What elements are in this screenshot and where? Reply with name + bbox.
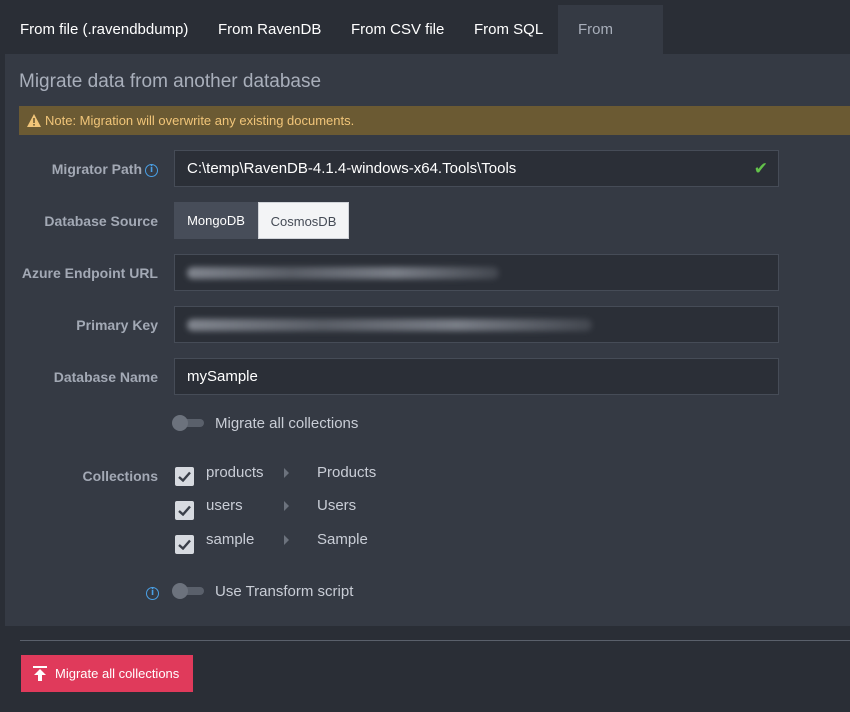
info-icon[interactable]: i: [145, 163, 158, 177]
collection-checkbox-sample[interactable]: [175, 535, 194, 554]
mongodb-button[interactable]: MongoDB: [174, 202, 258, 239]
migrator-path-input[interactable]: C:\temp\RavenDB-4.1.4-windows-x64.Tools\…: [174, 150, 779, 187]
transform-script-toggle[interactable]: [172, 583, 204, 599]
azure-endpoint-label: Azure Endpoint URL: [21, 265, 158, 281]
warning-icon: [27, 114, 41, 127]
azure-endpoint-input[interactable]: [174, 254, 779, 291]
tab-from-other[interactable]: From other: [558, 5, 663, 87]
collection-target: Products: [317, 464, 377, 481]
collection-target: Sample: [317, 531, 368, 548]
database-name-input[interactable]: mySample: [174, 358, 779, 395]
database-name-label: Database Name: [53, 369, 158, 385]
chevron-right-icon: [284, 501, 289, 511]
tab-from-csv[interactable]: From CSV file: [331, 5, 464, 54]
tab-from-sql[interactable]: From SQL: [454, 5, 563, 54]
info-icon[interactable]: i: [146, 587, 159, 600]
collections-label: Collections: [82, 468, 158, 484]
collection-name: sample: [206, 531, 255, 548]
collection-name: products: [206, 464, 264, 481]
redacted-value: [187, 319, 592, 331]
upload-icon: [33, 666, 47, 681]
redacted-value: [187, 267, 499, 279]
migrate-all-label: Migrate all collections: [215, 415, 359, 432]
collection-target: Users: [317, 497, 357, 514]
page-title: Migrate data from another database: [19, 71, 322, 92]
database-source-label: Database Source: [44, 213, 158, 229]
check-icon: [178, 471, 191, 482]
tab-from-file[interactable]: From file (.ravendbdump): [0, 5, 208, 54]
migrate-button[interactable]: Migrate all collections: [21, 655, 193, 692]
divider: [20, 640, 850, 641]
tab-bar: From file (.ravendbdump) From RavenDB Fr…: [0, 0, 850, 87]
collection-name: users: [206, 497, 243, 514]
tab-from-ravendb[interactable]: From RavenDB: [198, 5, 341, 54]
migrator-path-label: Migrator Path i: [52, 161, 158, 177]
primary-key-label: Primary Key: [76, 317, 158, 333]
alert-text: Note: Migration will overwrite any exist…: [45, 113, 355, 128]
check-icon: [178, 539, 191, 550]
collection-checkbox-products[interactable]: [175, 467, 194, 486]
migrate-all-toggle[interactable]: [172, 415, 204, 431]
transform-script-label: Use Transform script: [215, 583, 354, 600]
chevron-right-icon: [284, 535, 289, 545]
check-icon: [178, 505, 191, 516]
check-icon: ✔: [753, 159, 768, 178]
collection-checkbox-users[interactable]: [175, 501, 194, 520]
warning-alert: Note: Migration will overwrite any exist…: [19, 106, 850, 135]
primary-key-input[interactable]: [174, 306, 779, 343]
chevron-right-icon: [284, 468, 289, 478]
cosmosdb-button[interactable]: CosmosDB: [258, 202, 349, 239]
